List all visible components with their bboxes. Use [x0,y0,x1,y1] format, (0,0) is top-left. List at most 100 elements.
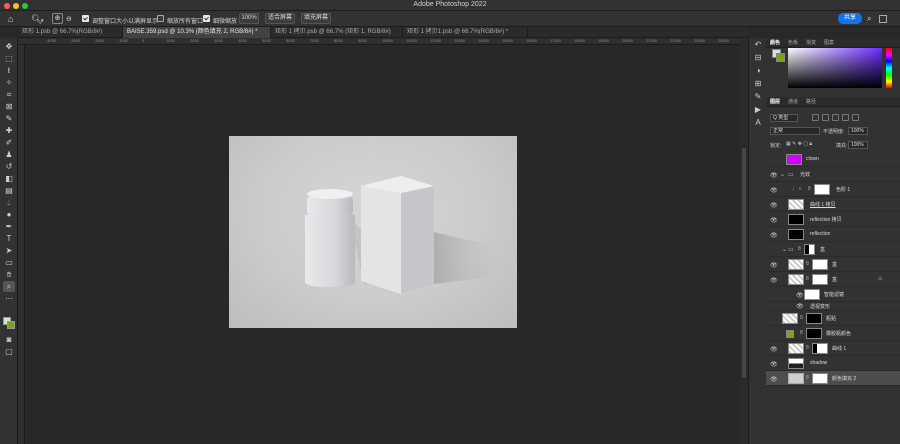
zoom-in-icon[interactable]: ⊕ [52,13,63,24]
layer-row[interactable]: 8 橡胶瓶颜色 [766,326,900,341]
eye-icon[interactable]: 👁︎ [770,376,778,383]
layer-row[interactable]: 👁︎ 8 盒 [766,257,900,272]
blur-tool-icon[interactable]: 💧︎ [3,197,15,208]
chevron-down-icon[interactable]: ⌄ [780,171,785,178]
history-brush-icon[interactable]: ↺ [3,161,15,172]
tab-paths[interactable]: 路径 [806,98,816,105]
lasso-tool-icon[interactable]: ℓ [3,65,15,76]
tab-document-3[interactable]: 矩形 1 拷贝.psb @ 66.7% (矩形 1, RGB/8#) [271,27,403,38]
layer-row[interactable]: 👁︎ reflection 拷贝 [766,212,900,227]
path-selection-icon[interactable]: ➤ [3,245,15,256]
fill-field[interactable]: 100% [848,141,868,149]
search-icon[interactable]: ⌕ [867,14,871,24]
layer-row[interactable]: 👁︎ ↓ ◑ 8 色阶 1 [766,182,900,197]
eye-icon[interactable]: 👁︎ [770,217,778,224]
zoom-out-icon[interactable]: ⊖ [66,15,72,25]
fill-screen-button[interactable]: 填充屏幕 [301,13,331,24]
shape-tool-icon[interactable]: ▭ [3,257,15,268]
bg-color-swatch[interactable] [776,53,785,62]
crop-tool-icon[interactable]: ⌗ [3,89,15,100]
dodge-tool-icon[interactable]: ● [3,209,15,220]
zoom-value-field[interactable]: 100% [239,13,259,24]
marquee-tool-icon[interactable]: ⬚ [3,53,15,64]
gradient-tool-icon[interactable]: ▤ [3,185,15,196]
workspace-icon[interactable] [879,15,887,23]
background-color-swatch[interactable] [7,321,15,329]
actions-icon[interactable]: ▶ [753,105,763,114]
tab-color[interactable]: 颜色 [770,39,780,46]
layer-row[interactable]: 👁︎ 曲线 1 拷贝 [766,197,900,212]
layer-row[interactable]: 👁︎ shadow [766,356,900,371]
move-tool-icon[interactable]: ✥ [3,41,15,52]
screen-mode-icon[interactable]: ▢ [3,346,15,357]
filter-shape-icon[interactable] [842,114,849,121]
layer-row[interactable]: 👁︎ 8 曲线 1 [766,341,900,356]
stamp-tool-icon[interactable]: ♟ [3,149,15,160]
eye-icon[interactable]: 👁︎ [770,172,778,179]
eye-icon[interactable]: 👁︎ [770,202,778,209]
opacity-field[interactable]: 100% [848,127,868,135]
blend-mode-select[interactable]: 正常 [770,127,820,135]
color-picker-field[interactable] [788,48,882,88]
chevron-down-icon[interactable]: ⌄ [782,246,787,253]
resize-windows-checkbox[interactable] [82,15,89,22]
document-canvas[interactable] [229,136,517,328]
layer-row[interactable]: 👁︎ 透视变形 [766,302,900,311]
layer-row[interactable]: 👁︎ ⌄ ▭ 光效 [766,167,900,182]
tab-document-4[interactable]: 矩形 1 拷贝1.psb @ 66.7%(RGB/8#) * [403,27,528,38]
layer-row[interactable]: 👁︎ 8 盒 ⊙ [766,272,900,287]
brush-tool-icon[interactable]: ✐ [3,137,15,148]
tab-swatches[interactable]: 色板 [788,39,798,46]
filter-smart-object-icon[interactable] [852,114,859,121]
hue-slider[interactable] [886,48,892,88]
layer-row[interactable]: ⌄ ▭ 8 盒 [766,242,900,257]
eye-icon[interactable]: 👁︎ [796,303,804,310]
scrubby-zoom-checkbox[interactable] [203,15,210,22]
libraries-icon[interactable]: ⊞ [753,79,763,88]
filter-adjustment-icon[interactable] [822,114,829,121]
brushes-icon[interactable]: ✎ [753,92,763,101]
share-button[interactable]: 共享 [838,13,862,24]
eye-icon[interactable]: 👁︎ [770,346,778,353]
layer-filter-select[interactable]: Q 类型 [770,114,798,122]
fit-screen-button[interactable]: 适合屏幕 [265,13,295,24]
eye-icon[interactable]: 👁︎ [770,361,778,368]
filter-type-icon[interactable] [832,114,839,121]
magic-wand-icon[interactable]: ✧ [3,77,15,88]
filter-pixel-icon[interactable] [812,114,819,121]
properties-icon[interactable]: ⊟ [753,53,763,62]
eye-icon[interactable]: 👁︎ [770,262,778,269]
eye-icon[interactable]: 👁︎ [796,292,804,299]
character-icon[interactable]: A [753,118,763,127]
tab-gradients[interactable]: 渐变 [806,39,816,46]
more-tools-icon[interactable]: ⋯ [3,293,15,304]
chevron-down-icon[interactable]: ▾ [41,16,44,26]
tab-patterns[interactable]: 图案 [824,39,834,46]
eyedropper-icon[interactable]: ✎ [3,113,15,124]
tab-document-2[interactable]: BAISE.359.psd @ 10.3% (颜色填充 2, RGB/8#) * [123,27,271,38]
layer-row[interactable]: 👁︎ reflection [766,227,900,242]
layer-row[interactable]: 👁︎ 智能滤镜 [766,287,900,302]
scroll-thumb[interactable] [742,148,746,378]
layer-row[interactable]: 8 瓶贴 [766,311,900,326]
eye-icon[interactable]: 👁︎ [770,232,778,239]
layer-row-selected[interactable]: 👁︎ 8 颜色填充 2 [766,371,900,386]
eraser-tool-icon[interactable]: ◧ [3,173,15,184]
zoom-tool-icon[interactable]: ⌕ [3,281,15,292]
lock-icons[interactable]: ▦ ✎ ✥ ▢ 🔒︎ [786,141,812,147]
type-tool-icon[interactable]: T [3,233,15,244]
quick-mask-icon[interactable]: ◙ [3,334,15,345]
layer-row[interactable]: clown [766,152,900,167]
zoom-all-windows-checkbox[interactable] [157,15,164,22]
tab-layers[interactable]: 图层 [770,98,780,105]
tab-document-1[interactable]: 矩形 1.psb @ 66.7%(RGB/8#) [18,27,123,38]
vertical-scrollbar[interactable] [740,38,748,444]
eye-icon[interactable]: 👁︎ [770,187,778,194]
tab-channels[interactable]: 通道 [788,98,798,105]
eye-icon[interactable]: 👁︎ [770,277,778,284]
home-icon[interactable]: ⌂ [8,14,13,24]
adjustments-icon[interactable]: ◑ [753,66,763,75]
hand-tool-icon[interactable]: ✋︎ [3,269,15,280]
history-icon[interactable]: ↶ [753,40,763,49]
pen-tool-icon[interactable]: ✒ [3,221,15,232]
